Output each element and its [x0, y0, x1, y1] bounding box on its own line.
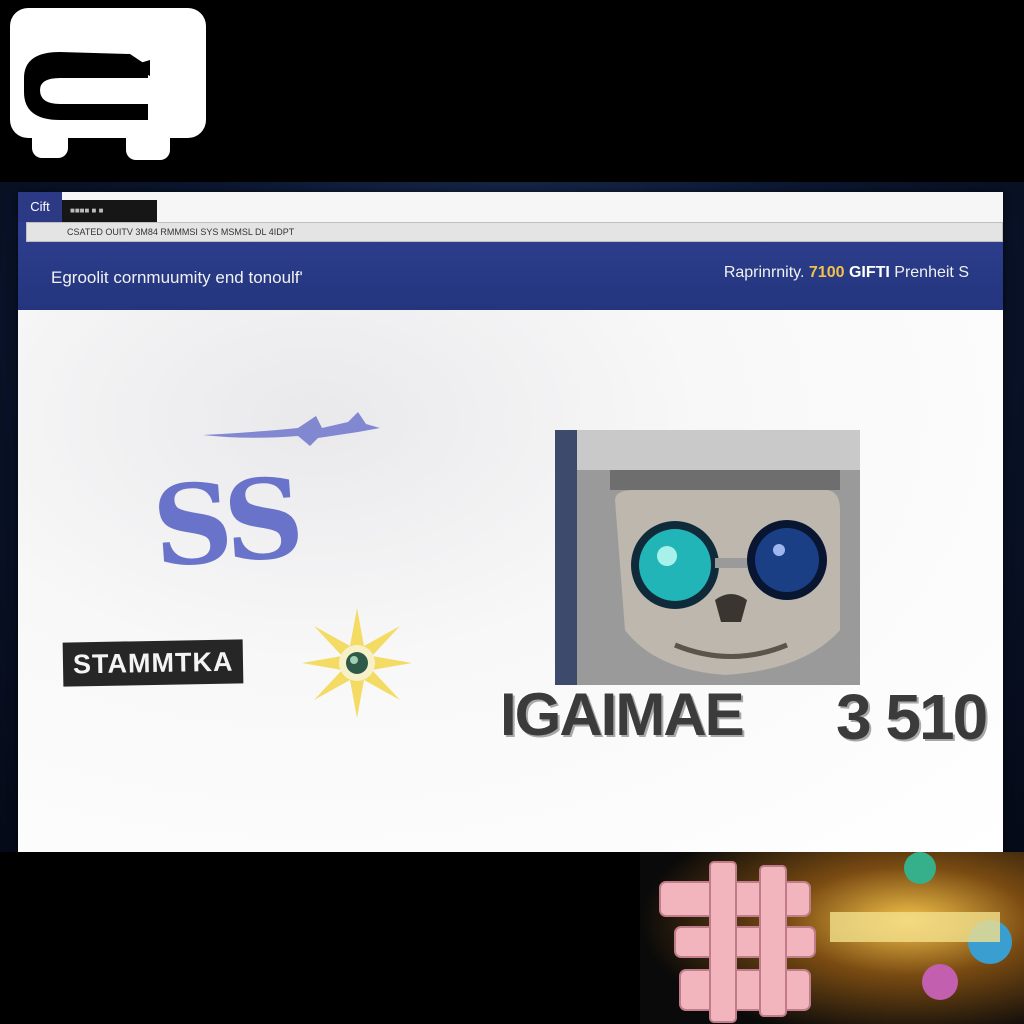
- tab-active[interactable]: Cift: [18, 192, 62, 222]
- header-stats: Raprinrnity. 7100 GIFTI Prenheit S: [724, 264, 969, 282]
- tab-secondary[interactable]: ■■■■ ■ ■: [62, 200, 157, 222]
- site-header: CSATED OUITV 3M84 RMMMSI SYS MSMSL DL 4I…: [18, 222, 1003, 310]
- skull-poster-image: [555, 430, 860, 685]
- site-tagline: Egroolit cornmuumity end tonoulf': [51, 268, 303, 288]
- game-title[interactable]: IGAIMAE: [500, 680, 745, 749]
- stats-prefix: Raprinrnity.: [723, 264, 805, 281]
- gift-link[interactable]: GIFTI: [849, 264, 890, 281]
- tagline-text: Egroolit cornmuumity end tonoulf': [51, 268, 303, 287]
- app-logo: [10, 8, 206, 160]
- browser-window: Cift ■■■■ ■ ■ CSATED OUITV 3M84 RMMMSI S…: [18, 192, 1003, 852]
- treasure-art-image: [640, 852, 1024, 1024]
- stats-value: 7100: [808, 264, 845, 281]
- brush-glyph: SS: [148, 453, 302, 592]
- address-bar[interactable]: CSATED OUITV 3M84 RMMMSI SYS MSMSL DL 4I…: [26, 222, 1003, 242]
- stats-suffix: Prenheit S: [894, 264, 969, 281]
- sun-burst-icon: [302, 608, 412, 718]
- main-content: SS STAMMTKA IGAIMAE 3 510: [18, 310, 1003, 852]
- game-number: 3 510: [836, 681, 988, 753]
- stamp-label[interactable]: STAMMTKA: [62, 639, 244, 687]
- paint-streak-icon: [203, 412, 380, 446]
